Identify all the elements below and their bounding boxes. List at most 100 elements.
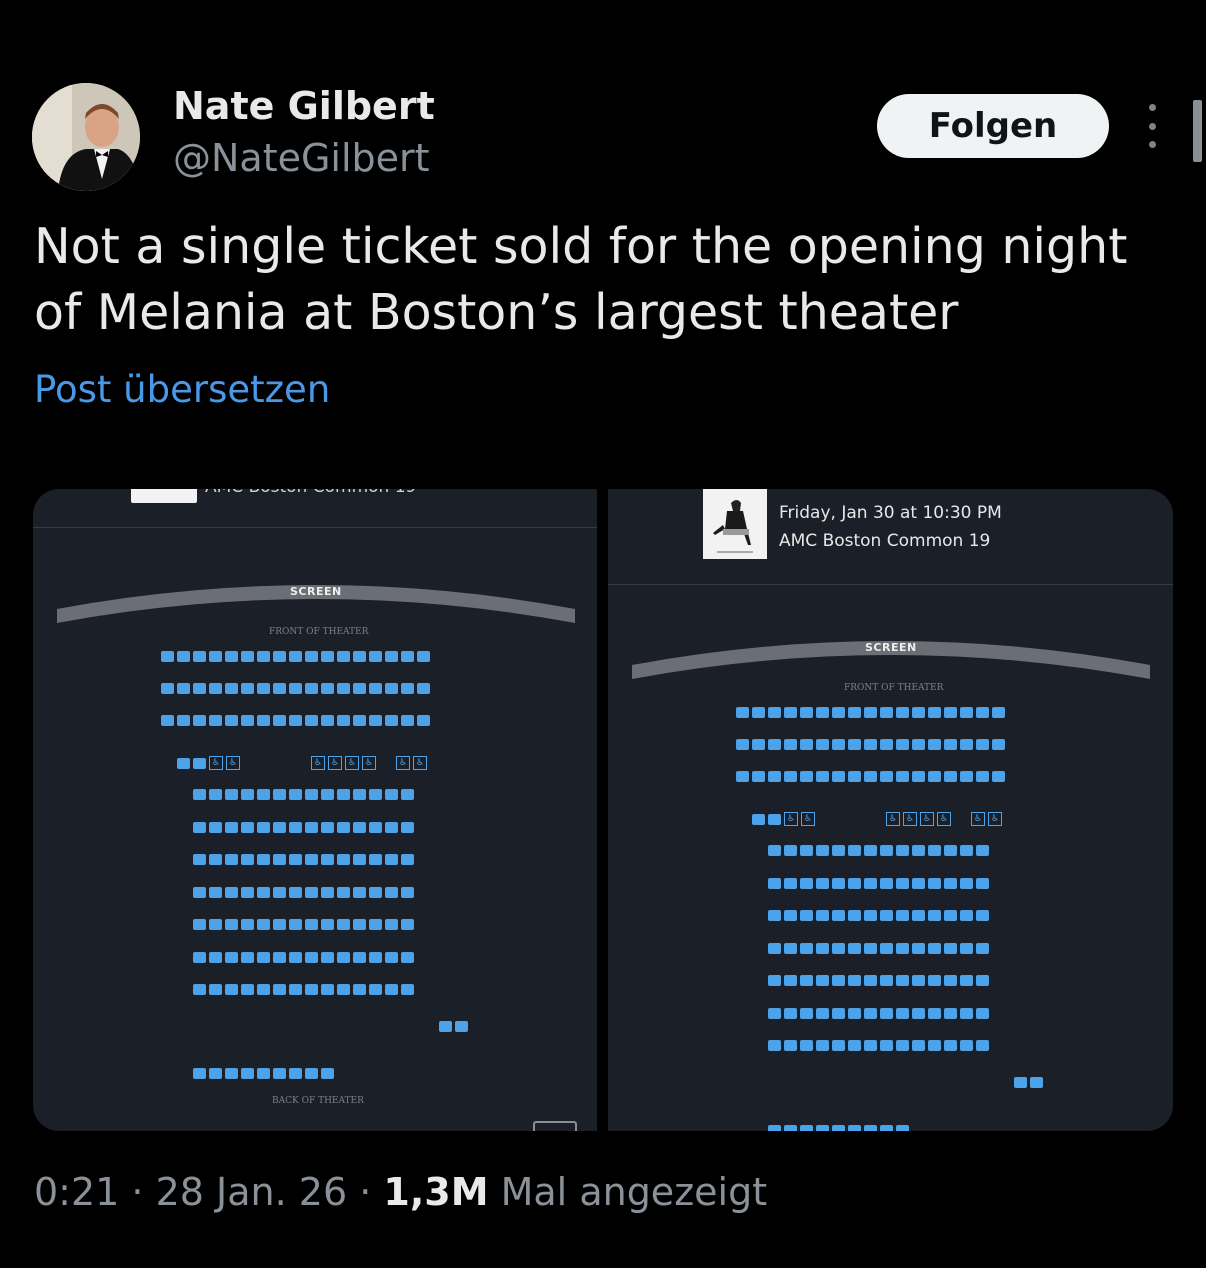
seat-available[interactable]	[257, 683, 270, 694]
seat-available[interactable]	[880, 1007, 893, 1019]
seat-available[interactable]	[353, 886, 366, 898]
seat-available[interactable]	[928, 771, 941, 782]
seat-available[interactable]	[289, 984, 302, 995]
seat-available[interactable]	[912, 1007, 925, 1019]
seat-available[interactable]	[800, 1007, 813, 1019]
seat-available[interactable]	[880, 1125, 893, 1131]
seat-available[interactable]	[289, 683, 302, 694]
seat-available[interactable]	[289, 1068, 302, 1079]
seat-available[interactable]	[816, 910, 829, 921]
seat-available[interactable]	[385, 984, 398, 995]
seat-available[interactable]	[385, 789, 398, 800]
seat-available[interactable]	[177, 651, 190, 662]
seat-available[interactable]	[353, 951, 366, 963]
seat-available[interactable]	[225, 715, 238, 726]
seat-available[interactable]	[832, 771, 845, 782]
seat-available[interactable]	[896, 942, 909, 954]
author-handle[interactable]: @NateGilbert	[173, 136, 430, 180]
wheelchair-seat-icon[interactable]: ♿	[920, 812, 934, 826]
seat-available[interactable]	[848, 771, 861, 782]
seat-available[interactable]	[455, 1021, 468, 1032]
seat-available[interactable]	[960, 771, 973, 782]
seat-available[interactable]	[209, 821, 222, 833]
seat-available[interactable]	[944, 910, 957, 921]
seat-available[interactable]	[944, 1040, 957, 1051]
seat-available[interactable]	[928, 910, 941, 921]
seat-available[interactable]	[193, 919, 206, 930]
seat-available[interactable]	[401, 886, 414, 898]
seat-available[interactable]	[832, 877, 845, 889]
seat-available[interactable]	[960, 845, 973, 856]
seat-available[interactable]	[193, 886, 206, 898]
seat-available[interactable]	[800, 942, 813, 954]
seat-available[interactable]	[864, 739, 877, 750]
seat-available[interactable]	[864, 877, 877, 889]
seat-available[interactable]	[353, 821, 366, 833]
seat-available[interactable]	[321, 715, 334, 726]
seat-available[interactable]	[193, 984, 206, 995]
seat-available[interactable]	[193, 651, 206, 662]
seat-available[interactable]	[976, 942, 989, 954]
seat-available[interactable]	[960, 975, 973, 986]
seat-available[interactable]	[928, 975, 941, 986]
seat-available[interactable]	[369, 886, 382, 898]
seat-available[interactable]	[353, 789, 366, 800]
seat-available[interactable]	[832, 975, 845, 986]
wheelchair-seat-icon[interactable]: ♿	[886, 812, 900, 826]
seat-available[interactable]	[305, 821, 318, 833]
seat-available[interactable]	[896, 1007, 909, 1019]
seat-available[interactable]	[193, 757, 206, 769]
seat-available[interactable]	[800, 910, 813, 921]
seat-available[interactable]	[768, 942, 781, 954]
seat-available[interactable]	[880, 975, 893, 986]
seat-available[interactable]	[976, 739, 989, 750]
seat-available[interactable]	[896, 975, 909, 986]
seat-available[interactable]	[385, 854, 398, 865]
seat-available[interactable]	[784, 707, 797, 718]
wheelchair-seat-icon[interactable]: ♿	[396, 756, 410, 770]
seat-available[interactable]	[864, 1125, 877, 1131]
seat-available[interactable]	[353, 919, 366, 930]
seat-available[interactable]	[417, 651, 430, 662]
seat-available[interactable]	[896, 1040, 909, 1051]
media-gallery[interactable]: AMC Boston Common 19 SCREEN FRONT OF THE…	[33, 489, 1173, 1131]
seat-available[interactable]	[848, 877, 861, 889]
seat-available[interactable]	[225, 651, 238, 662]
seat-available[interactable]	[289, 854, 302, 865]
seat-available[interactable]	[928, 1007, 941, 1019]
seat-available[interactable]	[928, 739, 941, 750]
seat-available[interactable]	[784, 910, 797, 921]
seat-available[interactable]	[864, 1007, 877, 1019]
seat-available[interactable]	[784, 771, 797, 782]
seat-available[interactable]	[816, 707, 829, 718]
seat-available[interactable]	[273, 886, 286, 898]
seat-available[interactable]	[784, 845, 797, 856]
seat-available[interactable]	[273, 821, 286, 833]
seat-available[interactable]	[193, 951, 206, 963]
seat-available[interactable]	[848, 707, 861, 718]
seat-available[interactable]	[976, 1007, 989, 1019]
seat-available[interactable]	[305, 886, 318, 898]
seat-available[interactable]	[800, 1040, 813, 1051]
seat-available[interactable]	[241, 715, 254, 726]
seat-available[interactable]	[289, 919, 302, 930]
seat-available[interactable]	[337, 854, 350, 865]
seat-available[interactable]	[848, 910, 861, 921]
seat-available[interactable]	[321, 951, 334, 963]
seat-available[interactable]	[273, 715, 286, 726]
seat-available[interactable]	[960, 707, 973, 718]
wheelchair-seat-icon[interactable]: ♿	[226, 756, 240, 770]
seat-available[interactable]	[305, 951, 318, 963]
seat-available[interactable]	[784, 1007, 797, 1019]
seat-available[interactable]	[832, 910, 845, 921]
seat-available[interactable]	[912, 1040, 925, 1051]
seat-available[interactable]	[752, 707, 765, 718]
seat-available[interactable]	[417, 683, 430, 694]
seat-available[interactable]	[225, 683, 238, 694]
seat-available[interactable]	[832, 707, 845, 718]
seat-available[interactable]	[321, 984, 334, 995]
seat-available[interactable]	[289, 951, 302, 963]
seat-available[interactable]	[321, 854, 334, 865]
seat-available[interactable]	[768, 771, 781, 782]
seat-available[interactable]	[944, 771, 957, 782]
